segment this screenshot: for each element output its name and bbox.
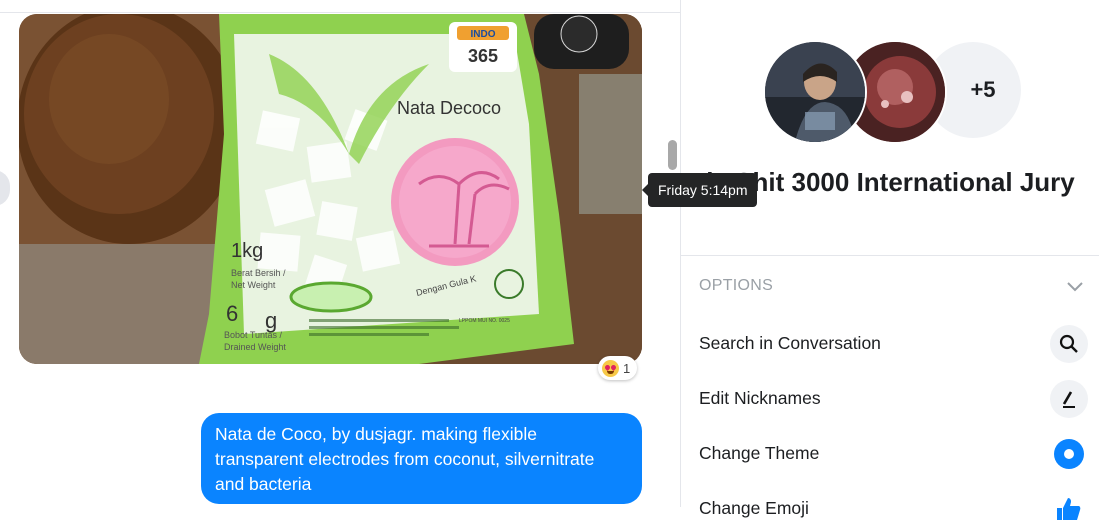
weight-label: 1kg [231,240,263,262]
reaction-count: 1 [623,360,631,376]
option-label: Change Theme [699,443,820,463]
option-label: Edit Nicknames [699,388,821,408]
heart-eyes-emoji-icon [602,359,619,377]
message-bubble[interactable]: Nata de Coco, by dusjagr. making flexibl… [201,413,642,504]
option-search-in-conversation[interactable]: Search in Conversation [681,321,1099,365]
drained-small-2: Drained Weight [224,342,286,352]
search-icon [1050,325,1088,363]
drained-weight-digit: 6 [226,301,238,326]
timestamp-tooltip: Friday 5:14pm [641,173,758,207]
message-reaction[interactable]: 1 [598,356,638,380]
conversation-info-panel: +5 keShit 3000 International Jury OPTION… [680,0,1099,520]
product-name: Nata Decoco [397,98,501,118]
divider [681,255,1099,256]
option-label: Search in Conversation [699,333,881,353]
shared-photo[interactable]: INDO 365 Nata Decoco 1kg Berat Bersih / … [19,14,642,364]
thumbs-up-icon [1050,490,1088,528]
pencil-icon [1050,380,1088,418]
theme-circle-icon [1050,435,1088,473]
options-header[interactable]: OPTIONS [699,277,773,295]
option-change-emoji[interactable]: Change Emoji [681,486,1099,530]
scroll-left-button[interactable] [0,170,10,206]
option-edit-nicknames[interactable]: Edit Nicknames [681,376,1099,420]
option-label: Change Emoji [699,498,809,518]
chevron-down-icon[interactable] [1065,276,1085,296]
scrollbar-thumb[interactable] [668,140,677,170]
lppom-text: LPPOM MUI NO. 0025 [459,318,510,324]
weight-small-1: Berat Bersih / [231,268,286,278]
option-change-theme[interactable]: Change Theme [681,431,1099,475]
brand-label: INDO [471,29,496,40]
group-avatars[interactable]: +5 [763,40,1033,144]
avatar [763,40,867,144]
drained-small-1: Bobot Tuntas / [224,330,283,340]
conversation-pane: INDO 365 Nata Decoco 1kg Berat Bersih / … [0,0,680,507]
brand-number: 365 [468,46,498,66]
weight-small-2: Net Weight [231,280,276,290]
